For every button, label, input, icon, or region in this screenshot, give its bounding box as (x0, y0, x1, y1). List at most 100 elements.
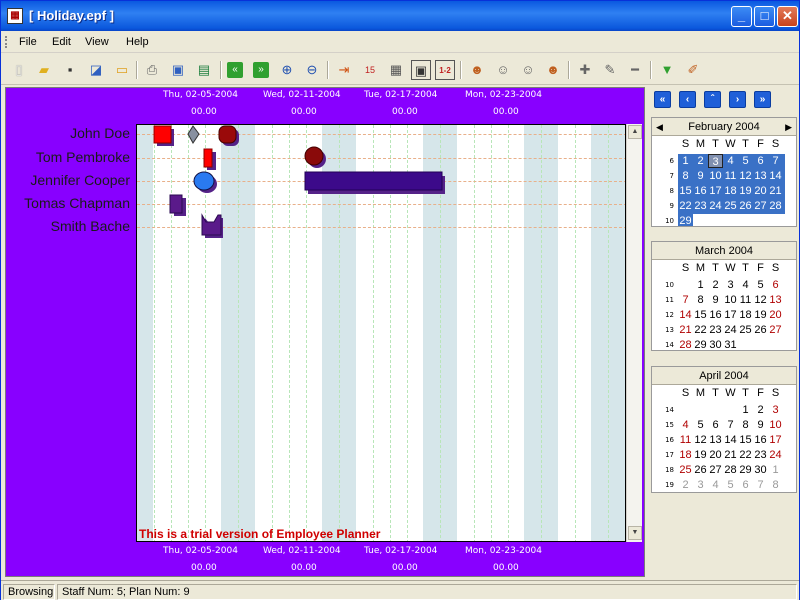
calendar-day[interactable]: 6 (753, 154, 768, 168)
calendar-day[interactable]: 6 (738, 478, 753, 492)
calendar-day[interactable]: 10 (768, 418, 783, 432)
delete-plan-icon[interactable]: ━ (625, 60, 645, 80)
calendar-day[interactable]: 12 (753, 293, 768, 307)
plan-item-round[interactable] (304, 146, 324, 166)
calendar-day[interactable]: 11 (678, 433, 693, 447)
filter-icon[interactable]: ▼ (657, 60, 677, 80)
minimize-button[interactable]: _ (731, 6, 752, 27)
staff-name[interactable]: Tom Pembroke (36, 149, 130, 165)
calendar-day[interactable]: 16 (708, 308, 723, 322)
cal-next-icon[interactable]: ▶ (785, 118, 792, 136)
calendar-day[interactable]: 13 (753, 169, 768, 183)
calendar-day[interactable]: 22 (738, 448, 753, 462)
calendar-day[interactable]: 7 (723, 418, 738, 432)
calendar-day[interactable]: 8 (678, 169, 693, 183)
calendar-day[interactable]: 6 (708, 418, 723, 432)
delete-staff-icon[interactable]: ☺ (518, 60, 538, 80)
calendar-day[interactable]: 17 (708, 184, 723, 198)
calendar-day[interactable]: 20 (753, 184, 768, 198)
calendar-day[interactable]: 19 (738, 184, 753, 198)
calendar-day[interactable]: 9 (693, 169, 708, 183)
calendar-day[interactable]: 20 (708, 448, 723, 462)
calendar-day[interactable]: 12 (738, 169, 753, 183)
calendar-day[interactable]: 31 (723, 338, 738, 352)
calendar-day[interactable]: 1 (678, 154, 693, 168)
calendar-day[interactable]: 8 (738, 418, 753, 432)
calendar-day[interactable]: 21 (678, 323, 693, 337)
plan-item-rounded[interactable] (218, 125, 237, 144)
calendar-day[interactable]: 3 (768, 403, 783, 417)
calendar-day[interactable]: 25 (738, 323, 753, 337)
menu-edit[interactable]: Edit (52, 36, 71, 48)
calendar-day[interactable]: 2 (678, 478, 693, 492)
calendar-week-icon[interactable]: ▦ (386, 60, 406, 80)
plan-item-square[interactable] (153, 125, 172, 144)
calendar-day[interactable]: 10 (708, 169, 723, 183)
add-staff-icon[interactable]: ☻ (467, 60, 487, 80)
maximize-button[interactable]: □ (754, 6, 775, 27)
staff-properties-icon[interactable]: ☺ (493, 60, 513, 80)
calendar-day[interactable]: 27 (708, 463, 723, 477)
calendar-day[interactable]: 30 (708, 338, 723, 352)
plan-item-small[interactable] (169, 194, 183, 214)
calendar-day[interactable]: 2 (753, 403, 768, 417)
calendar-day[interactable]: 1 (768, 463, 783, 477)
calendar-day[interactable]: 14 (678, 308, 693, 322)
calendar-day[interactable]: 9 (753, 418, 768, 432)
calendar-day[interactable]: 30 (753, 463, 768, 477)
last-month-icon[interactable]: » (754, 91, 771, 108)
calendar-day[interactable]: 4 (738, 278, 753, 292)
plan-item-long-bar[interactable] (304, 171, 443, 191)
plan-item-diamond[interactable] (187, 125, 200, 144)
folder-icon[interactable]: ▭ (112, 60, 132, 80)
close-button[interactable]: ✕ (777, 6, 798, 27)
title-bar[interactable]: ▦ [ Holiday.epf ] _ □ ✕ (1, 1, 799, 31)
calendar-day[interactable]: 4 (678, 418, 693, 432)
print-preview-icon[interactable]: ▣ (168, 60, 188, 80)
calendar-day[interactable]: 19 (693, 448, 708, 462)
calendar-day[interactable]: 11 (738, 293, 753, 307)
plan-item-circle[interactable] (193, 171, 215, 191)
calendar-day[interactable]: 7 (678, 293, 693, 307)
calendar-day[interactable]: 5 (753, 278, 768, 292)
calendar-day[interactable]: 29 (678, 214, 693, 228)
calendar-day[interactable]: 28 (768, 199, 783, 213)
calendar-day[interactable]: 15 (693, 308, 708, 322)
zoom-out-icon[interactable]: ⊖ (302, 60, 322, 80)
calendar-day[interactable]: 25 (723, 199, 738, 213)
calendar-day[interactable]: 18 (723, 184, 738, 198)
calendar-day[interactable]: 18 (738, 308, 753, 322)
next-icon[interactable]: » (253, 62, 269, 78)
calendar-day[interactable]: 9 (708, 293, 723, 307)
add-plan-icon[interactable]: ✚ (575, 60, 595, 80)
schedule-grid[interactable]: This is a trial version of Employee Plan… (136, 124, 626, 542)
calendar-day[interactable]: 25 (678, 463, 693, 477)
calendar-day[interactable]: 23 (693, 199, 708, 213)
calendar-day[interactable]: 15 (678, 184, 693, 198)
calendar-day[interactable]: 24 (768, 448, 783, 462)
cal-prev-icon[interactable]: ◀ (656, 118, 663, 136)
calendar-day[interactable]: 7 (753, 478, 768, 492)
staff-name[interactable]: Smith Bache (51, 218, 130, 234)
calendar-day[interactable]: 3 (708, 154, 723, 168)
calendar-day[interactable]: 18 (678, 448, 693, 462)
calendar-day[interactable]: 4 (723, 154, 738, 168)
calendar-day[interactable]: 7 (768, 154, 783, 168)
calendar-day[interactable]: 21 (723, 448, 738, 462)
calendar-day[interactable]: 13 (768, 293, 783, 307)
clear-icon[interactable]: ✐ (683, 60, 703, 80)
calendar-day[interactable]: 2 (693, 154, 708, 168)
calendar-day[interactable]: 26 (738, 199, 753, 213)
calendar-day[interactable]: 26 (753, 323, 768, 337)
calendar-day[interactable]: 5 (693, 418, 708, 432)
calendar-day[interactable]: 26 (693, 463, 708, 477)
scroll-down-icon[interactable]: ▼ (628, 526, 642, 540)
next-month-icon[interactable]: › (729, 91, 746, 108)
plan-item-bar[interactable] (203, 148, 213, 168)
calendar-range-icon[interactable]: 1-2 (435, 60, 455, 80)
calendar-day[interactable]: 27 (753, 199, 768, 213)
save-icon[interactable]: ▪ (60, 60, 80, 80)
calendar-day[interactable]: 10 (723, 293, 738, 307)
first-month-icon[interactable]: « (654, 91, 671, 108)
calendar-day[interactable]: 24 (708, 199, 723, 213)
